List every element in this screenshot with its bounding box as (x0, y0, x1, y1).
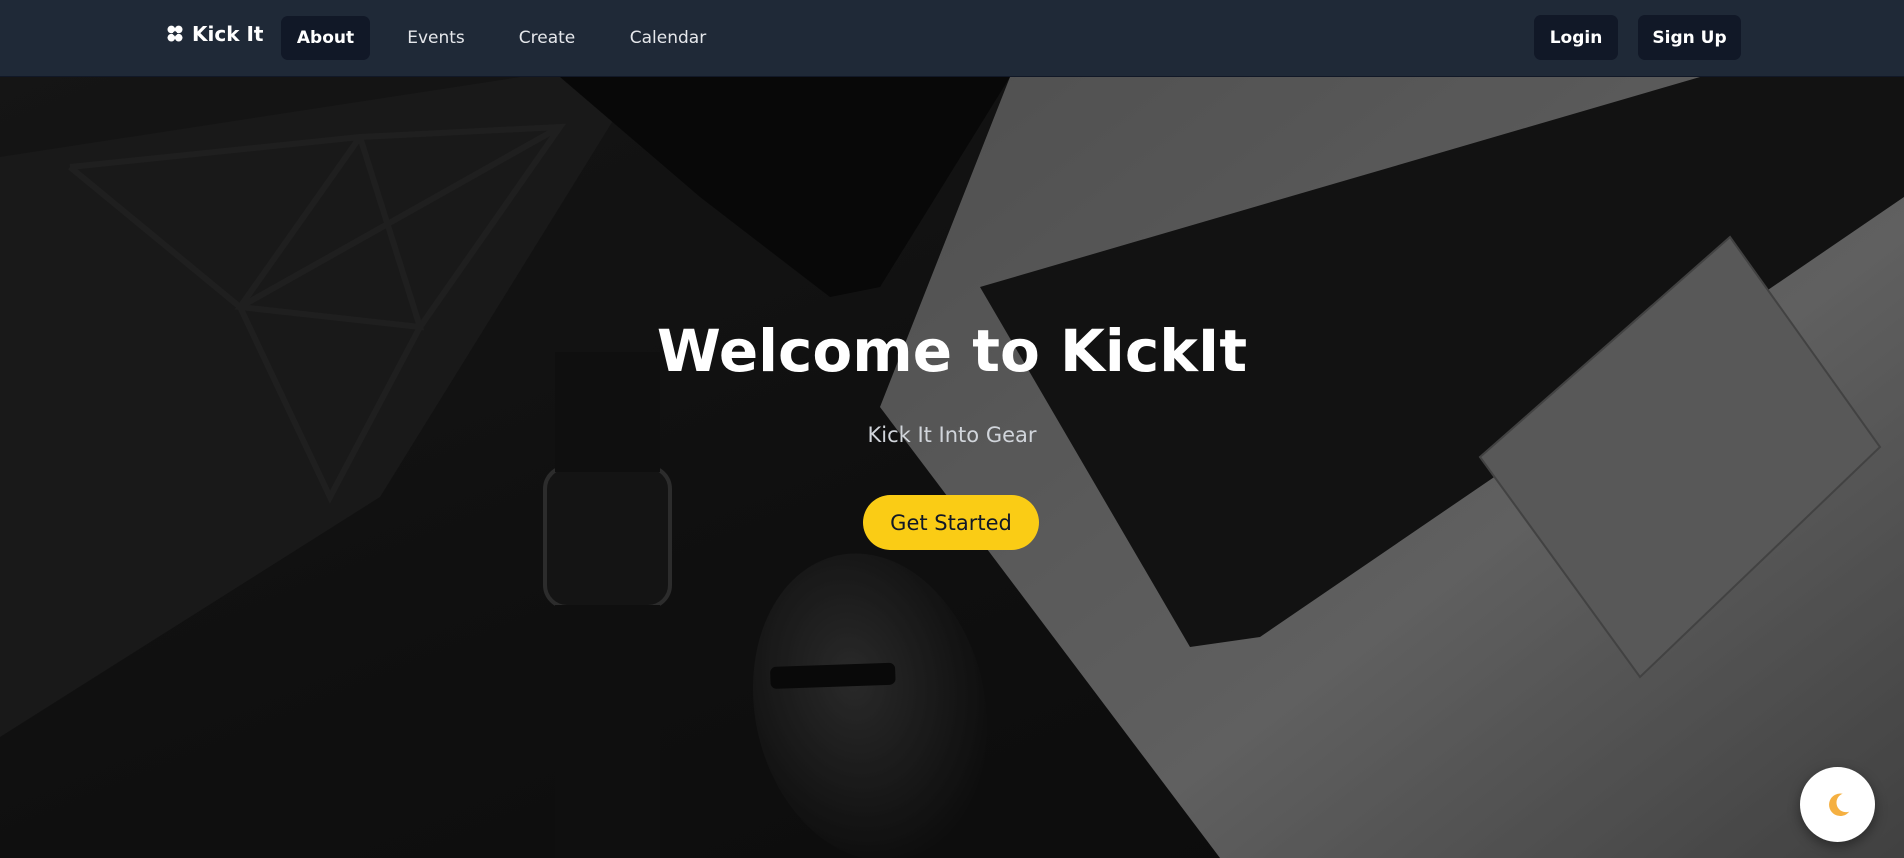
flower-logo-icon (167, 25, 183, 42)
nav-about[interactable]: About (281, 16, 370, 60)
brand-name: Kick It (192, 22, 264, 46)
hero-title: Welcome to KickIt (656, 317, 1248, 385)
signup-button[interactable]: Sign Up (1638, 15, 1741, 60)
theme-toggle-button[interactable] (1800, 767, 1875, 842)
hero-subtitle: Kick It Into Gear (867, 423, 1037, 447)
login-button[interactable]: Login (1534, 15, 1618, 60)
hero-section: Welcome to KickIt Kick It Into Gear Get … (0, 77, 1904, 858)
get-started-button[interactable]: Get Started (863, 495, 1039, 550)
nav-calendar[interactable]: Calendar (618, 16, 718, 60)
nav-create[interactable]: Create (506, 16, 588, 60)
moon-icon (1828, 792, 1849, 816)
brand-logo[interactable]: Kick It (164, 20, 263, 48)
nav-events[interactable]: Events (396, 16, 476, 60)
top-navbar: Kick It About Events Create Calendar Log… (0, 0, 1904, 77)
hero-content: Welcome to KickIt Kick It Into Gear Get … (0, 77, 1904, 858)
